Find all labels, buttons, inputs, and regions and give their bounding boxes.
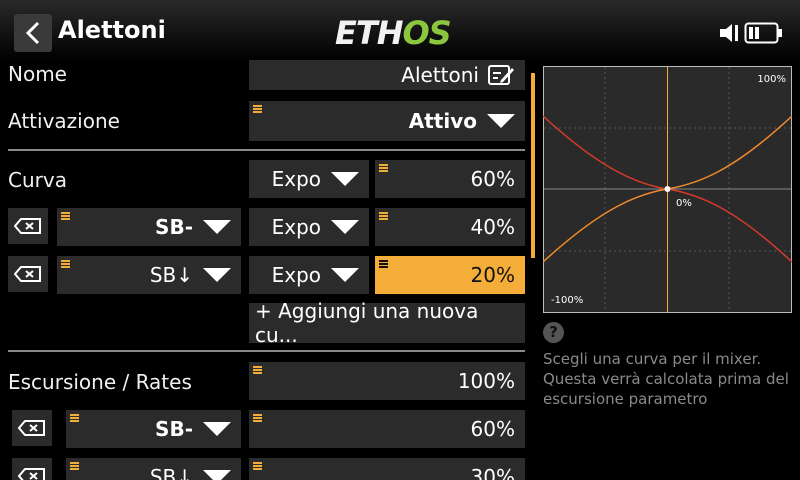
curve-1-switch-select[interactable]: SB- (57, 208, 241, 246)
menu-marker-icon (61, 260, 70, 268)
delete-rate-2-button[interactable] (12, 458, 52, 480)
page-title: Alettoni (58, 16, 166, 44)
dropdown-arrow-icon (487, 114, 515, 128)
graph-top-label: 100% (757, 74, 786, 85)
dropdown-arrow-icon (203, 220, 231, 234)
delete-curve-2-button[interactable] (8, 256, 48, 292)
menu-marker-icon (379, 212, 388, 220)
curve-graph: 100% 0% -100% (543, 66, 792, 313)
ethos-logo: ETHOS (335, 14, 452, 52)
nome-field[interactable]: Alettoni (249, 60, 525, 90)
menu-marker-icon (379, 260, 388, 268)
delete-icon (14, 266, 41, 282)
menu-marker-icon (70, 462, 79, 470)
delete-icon (18, 420, 45, 436)
header-bar: Alettoni ETHOS (0, 0, 800, 60)
menu-marker-icon (253, 462, 262, 470)
mixer-settings-panel: Nome Alettoni Attivazione Attivo Curva E… (0, 60, 535, 480)
menu-marker-icon (70, 414, 79, 422)
menu-marker-icon (61, 212, 70, 220)
curve-1-type-select[interactable]: Expo (249, 208, 369, 246)
divider (8, 149, 525, 151)
menu-marker-icon (379, 164, 388, 172)
chevron-left-icon (25, 21, 40, 45)
dropdown-arrow-icon (331, 172, 359, 186)
curve-1-value-field[interactable]: 40% (375, 208, 525, 246)
rate-1-value-field[interactable]: 60% (249, 410, 525, 448)
curve-2-switch-select[interactable]: SB↓ (57, 256, 241, 294)
speaker-icon[interactable] (718, 22, 740, 44)
divider (8, 350, 525, 352)
rate-2-value-field[interactable]: 30% (249, 458, 525, 480)
edit-icon (488, 65, 514, 85)
help-text: Scegli una curva per il mixer. Questa ve… (543, 350, 789, 408)
curva-type-select[interactable]: Expo (249, 160, 369, 198)
attivazione-select[interactable]: Attivo (249, 101, 525, 141)
dropdown-arrow-icon (203, 470, 231, 480)
graph-mid-label: 0% (676, 198, 692, 209)
nome-label: Nome (8, 62, 67, 86)
curva-value-field[interactable]: 60% (375, 160, 525, 198)
delete-icon (18, 468, 45, 480)
curve-2-type-select[interactable]: Expo (249, 256, 369, 294)
dropdown-arrow-icon (331, 268, 359, 282)
curva-label: Curva (8, 168, 67, 192)
delete-curve-1-button[interactable] (8, 208, 48, 244)
add-curve-button[interactable]: + Aggiungi una nuova cu... (249, 299, 525, 347)
menu-marker-icon (253, 414, 262, 422)
curve-2-value-field[interactable]: 20% (375, 256, 525, 294)
delete-icon (14, 218, 41, 234)
rates-value-field[interactable]: 100% (249, 362, 525, 400)
dropdown-arrow-icon (331, 220, 359, 234)
rates-label: Escursione / Rates (8, 370, 192, 394)
battery-icon (744, 22, 782, 44)
rate-1-switch-select[interactable]: SB- (66, 410, 241, 448)
delete-rate-1-button[interactable] (12, 410, 52, 446)
dropdown-arrow-icon (203, 422, 231, 436)
menu-marker-icon (253, 366, 262, 374)
graph-bottom-label: -100% (551, 295, 583, 306)
scrollbar[interactable] (531, 73, 535, 258)
menu-marker-icon (253, 105, 262, 113)
help-icon: ? (543, 322, 564, 343)
attivazione-label: Attivazione (8, 109, 120, 133)
back-button[interactable] (14, 14, 52, 52)
rate-2-switch-select[interactable]: SB↓ (66, 458, 241, 480)
dropdown-arrow-icon (203, 268, 231, 282)
